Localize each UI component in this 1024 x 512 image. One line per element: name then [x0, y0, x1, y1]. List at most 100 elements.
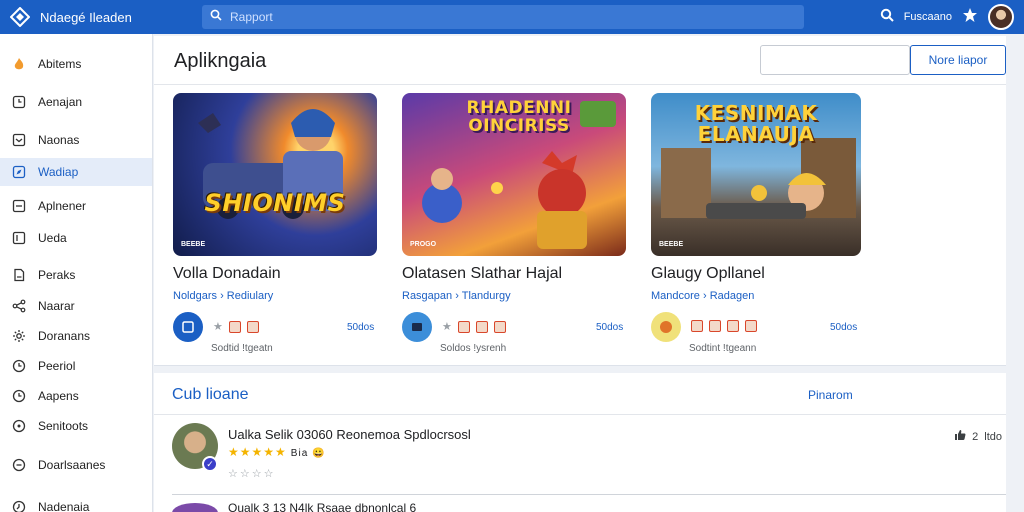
review-title: Ualka Selik 03060 Reonemoa Spdlocrsosl	[228, 427, 471, 442]
chat-icon	[12, 458, 26, 472]
sidebar-item-6[interactable]: Peraks	[0, 261, 152, 289]
game-thumbnail[interactable]: SHIONIMS BEEBE	[173, 93, 377, 256]
sidebar-item-12[interactable]: Doarlsaanes	[0, 451, 152, 479]
sidebar-item-11[interactable]: Senitoots	[0, 412, 152, 440]
sidebar-item-label: Doranans	[38, 329, 91, 343]
sidebar-item-9[interactable]: Peeriol	[0, 352, 152, 380]
sidebar-item-label: Senitoots	[38, 419, 89, 433]
star-icon: ★	[442, 321, 452, 333]
see-more-link[interactable]: Pinarom	[808, 388, 853, 402]
rating-badge-icon	[727, 320, 739, 332]
game-meta[interactable]: Noldgars › Rediulary	[173, 290, 273, 302]
user-avatar[interactable]	[988, 4, 1014, 30]
sidebar-item-3[interactable]: Wadiap	[0, 158, 152, 186]
flame-icon	[12, 57, 26, 71]
publisher-icon[interactable]	[173, 312, 203, 342]
rating-extra: Bia 😀	[290, 448, 326, 459]
thumbs-up-icon[interactable]	[954, 429, 966, 444]
character-art	[198, 109, 343, 219]
game-card[interactable]: RHADENNI OINCIRISS PROGO Olatasen Slatha…	[402, 93, 626, 354]
user-link[interactable]: Fuscaano	[904, 11, 952, 23]
rating-stars: ★★★★★	[228, 445, 287, 459]
rating-badge-icon	[246, 320, 259, 333]
search-box[interactable]	[202, 5, 804, 29]
settings-icon	[12, 329, 26, 343]
game-meta[interactable]: Mandcore › Radagen	[651, 290, 754, 302]
sidebar-item-13[interactable]: Nadenaia	[0, 493, 152, 512]
sidebar-item-8[interactable]: Doranans	[0, 322, 152, 350]
game-subtitle: Soldos !ysrenh	[440, 343, 507, 354]
club-section: Cub lioane Pinarom ✓ Ualka Selik 03060 R…	[154, 373, 1006, 512]
game-tag: BEEBE	[659, 241, 684, 248]
sidebar-item-label: Aapens	[38, 389, 79, 403]
download-count: 50dos	[347, 322, 375, 333]
like-label: ltdo	[984, 430, 1002, 443]
age-ratings: ★	[442, 320, 506, 333]
section-title: Cub lioane	[172, 386, 249, 403]
inbox-icon	[12, 133, 26, 147]
rating-badge-icon	[709, 320, 721, 332]
sidebar-item-label: Aenajan	[38, 95, 83, 109]
more-button[interactable]: Nore liapor	[910, 45, 1006, 75]
rating-badge-icon	[475, 320, 488, 333]
rating-badge-icon	[457, 320, 470, 333]
game-meta[interactable]: Rasgapan › Tlandurgy	[402, 290, 511, 302]
divider	[154, 414, 1006, 415]
game-tag: PROGO	[410, 241, 437, 248]
tray-icon	[12, 199, 26, 213]
game-name[interactable]: Olatasen Slathar Hajal	[402, 265, 562, 283]
clock-icon	[12, 95, 26, 109]
sidebar-item-4[interactable]: Aplnener	[0, 192, 152, 220]
history-icon	[12, 500, 26, 512]
clock-icon	[12, 359, 26, 373]
like-control[interactable]: 2 ltdo	[954, 429, 1002, 444]
top-right-controls: Fuscaano	[880, 0, 1014, 34]
sidebar-item-0[interactable]: Abitems	[0, 50, 152, 78]
rating-badge-icon	[691, 320, 703, 332]
sidebar-item-label: Aplnener	[38, 199, 87, 213]
game-name[interactable]: Glaugy Opllanel	[651, 265, 765, 283]
top-bar: Ndaegé Ileaden Fuscaano	[0, 0, 1024, 34]
age-ratings: ★	[213, 320, 259, 333]
search-icon	[210, 8, 222, 26]
review-item[interactable]: ✓ Ualka Selik 03060 Reonemoa Spdlocrsosl…	[172, 423, 1006, 495]
app-logo-icon[interactable]	[10, 7, 30, 27]
sidebar-item-5[interactable]: Ueda	[0, 224, 152, 252]
sidebar-item-label: Peraks	[38, 268, 76, 282]
star-badge-icon[interactable]	[962, 7, 978, 28]
filter-input[interactable]	[760, 45, 910, 75]
compass-icon	[12, 165, 26, 179]
publisher-icon[interactable]	[651, 312, 681, 342]
sidebar-item-label: Abitems	[38, 57, 82, 71]
reviewer-avatar[interactable]	[172, 503, 218, 512]
game-name[interactable]: Volla Donadain	[173, 265, 281, 283]
game-thumbnail[interactable]: RHADENNI OINCIRISS PROGO	[402, 93, 626, 256]
sidebar-item-label: Ueda	[38, 231, 67, 245]
sidebar-item-label: Naonas	[38, 133, 80, 147]
sidebar-item-7[interactable]: Naarar	[0, 292, 152, 320]
game-thumbnail[interactable]: KESNIMAK ELANAUJA BEEBE	[651, 93, 861, 256]
sidebar-item-1[interactable]: Aenajan	[0, 88, 152, 116]
star-icon: ★	[213, 321, 223, 333]
publisher-icon[interactable]	[402, 312, 432, 342]
like-count: 2	[972, 430, 979, 443]
search-input[interactable]	[230, 10, 790, 24]
review-title: Oualk 3 13 N4lk Rsaae dbnonlcal 6	[228, 501, 417, 512]
verified-badge-icon: ✓	[202, 456, 218, 472]
sidebar-item-label: Wadiap	[38, 165, 79, 179]
search-icon[interactable]	[880, 8, 894, 27]
help-icon	[12, 419, 26, 433]
rating-badge-icon	[745, 320, 757, 332]
review-item[interactable]: Oualk 3 13 N4lk Rsaae dbnonlcal 6	[172, 501, 472, 512]
game-banner: KESNIMAK ELANAUJA	[694, 101, 818, 146]
sidebar-item-label: Nadenaia	[38, 500, 90, 512]
download-count: 50dos	[830, 322, 858, 333]
review-rating: ★★★★★ Bia 😀	[228, 445, 325, 459]
age-ratings	[691, 320, 757, 332]
sidebar-item-2[interactable]: Naonas	[0, 126, 152, 154]
app-brand[interactable]: Ndaegé Ileaden	[40, 10, 190, 25]
game-card[interactable]: KESNIMAK ELANAUJA BEEBE Glaugy Opllanel …	[651, 93, 866, 354]
sidebar-item-10[interactable]: Aapens	[0, 382, 152, 410]
share-icon	[12, 299, 26, 313]
game-card[interactable]: SHIONIMS BEEBE Volla Donadain Noldgars ›…	[173, 93, 388, 354]
